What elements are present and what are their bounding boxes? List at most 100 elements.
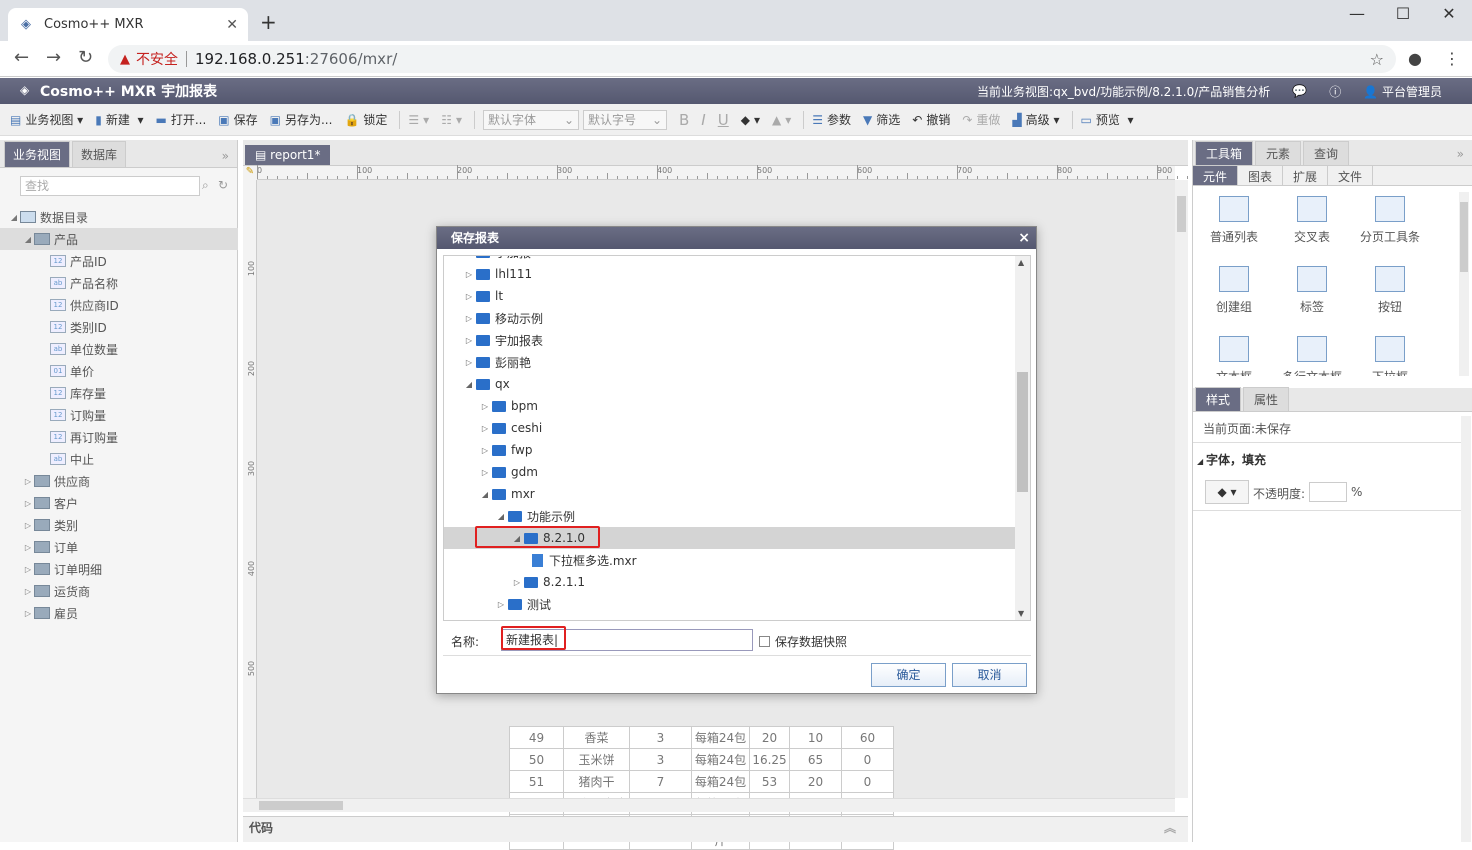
folder-item[interactable]: ▷ lt [444,285,1017,307]
tree-item[interactable]: 12 订购量 [0,404,238,426]
chevron-right-icon[interactable]: ▷ [462,292,476,301]
folder-item[interactable]: ◢ qx [444,373,1017,395]
minimize-icon[interactable]: — [1334,4,1380,24]
chevron-right-icon[interactable]: ▷ [494,600,508,609]
chevron-down-icon[interactable]: ◢ [462,380,476,389]
file-item[interactable]: 下拉框多选.mxr [444,549,1017,571]
checkbox-box[interactable] [759,636,770,647]
align-button[interactable]: ☰ ▾ [408,113,429,127]
browser-tab[interactable]: ◈ Cosmo++ MXR ✕ [8,8,248,41]
profile-icon[interactable]: ● [1408,49,1422,68]
style-scrollbar[interactable] [1461,416,1471,842]
table-cell[interactable]: 65 [789,748,842,771]
opacity-input[interactable] [1309,482,1347,502]
save-snapshot-checkbox[interactable]: 保存数据快照 [759,633,847,650]
table-cell[interactable]: 7 [629,770,692,793]
table-cell[interactable]: 20 [789,770,842,793]
scroll-thumb[interactable] [1460,202,1468,272]
table-cell[interactable]: 香菜 [563,726,630,749]
tree-item[interactable]: ▷ 订单 [0,536,238,558]
chevron-down-icon[interactable]: ◢ [8,213,20,222]
table-cell[interactable]: 50 [509,748,564,771]
folder-item[interactable]: ▷ 宇加报表 [444,329,1017,351]
ok-button[interactable]: 确定 [871,663,946,687]
table-cell[interactable]: 53 [749,770,790,793]
chevron-right-icon[interactable]: ▷ [462,336,476,345]
folder-tree-scrollbar[interactable]: ▲ ▼ [1015,256,1030,620]
toolbox-scrollbar[interactable] [1459,192,1469,376]
tab-elements[interactable]: 元素 [1255,141,1302,165]
table-cell[interactable]: 16.25 [749,748,790,771]
tree-item[interactable]: ◢ 数据目录 [0,206,238,228]
folder-item[interactable]: ▷测试 [444,615,1017,621]
folder-item[interactable]: ▷ gdm [444,461,1017,483]
folder-item[interactable]: ▷ bpm [444,395,1017,417]
bookmark-star-icon[interactable]: ☆ [1370,50,1384,69]
component-item[interactable]: 普通列表 [1195,196,1273,245]
subtab-charts[interactable]: 图表 [1238,166,1284,185]
chevron-right-icon[interactable]: ▷ [22,499,34,508]
params-button[interactable]: ☰ 参数 [812,111,851,128]
chevron-down-icon[interactable]: ◢ [494,512,508,521]
fill-color-button[interactable]: ◆ ▾ [741,113,760,127]
chevron-right-icon[interactable]: ▷ [462,358,476,367]
chevron-right-icon[interactable]: ▷ [478,468,492,477]
tree-item[interactable]: ab 中止 [0,448,238,470]
url-field[interactable]: ▲ 不安全 192.168.0.251:27606/mxr/ ☆ [108,45,1396,73]
new-button[interactable]: ▮ 新建 ▾ [95,111,143,128]
subtab-components[interactable]: 元件 [1193,166,1239,185]
tree-item[interactable]: ▷ 订单明细 [0,558,238,580]
expand-up-icon[interactable]: ︽ [1164,817,1176,839]
folder-item[interactable]: ▷测试 [444,593,1017,615]
chevron-right-icon[interactable]: ▷ [22,587,34,596]
redo-button[interactable]: ↷ 重做 [962,111,1000,128]
table-cell[interactable]: 3 [629,726,692,749]
component-item[interactable]: 分页工具条 [1351,196,1429,245]
table-cell[interactable]: 每箱24包 [691,726,750,749]
maximize-icon[interactable]: ☐ [1380,4,1426,24]
tree-item[interactable]: ▷ 类别 [0,514,238,536]
business-view-button[interactable]: ▤ 业务视图 ▾ [10,111,83,128]
table-cell[interactable]: 玉米饼 [563,748,630,771]
tree-item[interactable]: ▷ 雇员 [0,602,238,624]
tree-item[interactable]: ▷ 客户 [0,492,238,514]
table-cell[interactable]: 51 [509,770,564,793]
tree-search-input[interactable]: 查找 [20,176,200,196]
font-color-button[interactable]: ▲ ▾ [772,113,791,127]
font-size-select[interactable]: 默认字号 ⌄ [583,109,667,130]
component-item[interactable]: 多行文本框 [1273,336,1351,376]
component-item[interactable]: 创建组 [1195,266,1273,315]
tab-toolbox[interactable]: 工具箱 [1195,141,1254,165]
close-tab-icon[interactable]: ✕ [226,17,238,33]
valign-button[interactable]: ☷ ▾ [441,113,462,127]
chevron-down-icon[interactable]: ◢ [478,490,492,499]
italic-button[interactable]: I [701,111,705,129]
tree-item[interactable]: ▷ 运货商 [0,580,238,602]
font-family-select[interactable]: 默认字体 ⌄ [483,109,579,130]
back-icon[interactable]: ← [14,48,29,68]
chevron-right-icon[interactable]: ▷ [462,314,476,323]
folder-item[interactable]: ▷ 宇加报 [444,256,1017,263]
chevron-right-icon[interactable]: ▷ [22,609,34,618]
table-cell[interactable]: 20 [749,726,790,749]
table-cell[interactable]: 49 [509,726,564,749]
scroll-up-icon[interactable]: ▲ [1018,258,1024,267]
tab-properties[interactable]: 属性 [1243,387,1290,411]
tree-item[interactable]: 01 单价 [0,360,238,382]
component-item[interactable]: 按钮 [1351,266,1429,315]
code-panel-bar[interactable]: 代码 ︽ [243,816,1188,842]
menu-kebab-icon[interactable]: ⋮ [1444,49,1460,68]
folder-item[interactable]: ▷ 彭丽艳 [444,351,1017,373]
tree-item[interactable]: ◢ 产品 [0,228,238,250]
new-tab-icon[interactable]: + [260,12,277,32]
folder-item[interactable]: ▷ 移动示例 [444,307,1017,329]
component-item[interactable]: 标签 [1273,266,1351,315]
component-item[interactable]: 下拉框 [1351,336,1429,376]
folder-item[interactable]: ▷ lhl111 [444,263,1017,285]
chevron-right-icon[interactable]: ▷ [22,565,34,574]
save-as-button[interactable]: ▣ 另存为... [270,111,333,128]
chevron-right-icon[interactable]: ▷ [478,424,492,433]
tab-business-view[interactable]: 业务视图 [4,141,71,167]
section-font-fill[interactable]: ◢ 字体，填充 [1197,451,1266,468]
dialog-close-icon[interactable]: × [1018,227,1030,249]
